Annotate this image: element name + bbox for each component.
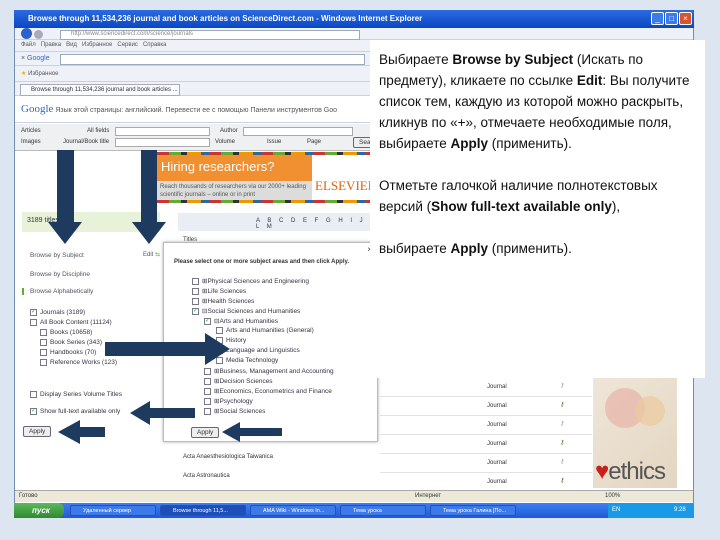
instruction-step-3: выбираете Apply (применить). [379,241,572,256]
arrow-down-icon [48,150,82,244]
instruction-step-1: Выбираете Browse by Subject (Искать по п… [379,52,690,151]
arrow-left-icon [222,422,282,442]
arrow-left-icon [58,420,105,444]
arrow-right-icon [105,333,230,365]
arrow-down-icon [132,150,166,244]
instruction-panel: Выбираете Browse by Subject (Искать по п… [370,40,705,378]
arrow-left-icon [130,401,195,425]
instruction-step-2: Отметьте галочкой наличие полнотекстовых… [379,178,658,214]
